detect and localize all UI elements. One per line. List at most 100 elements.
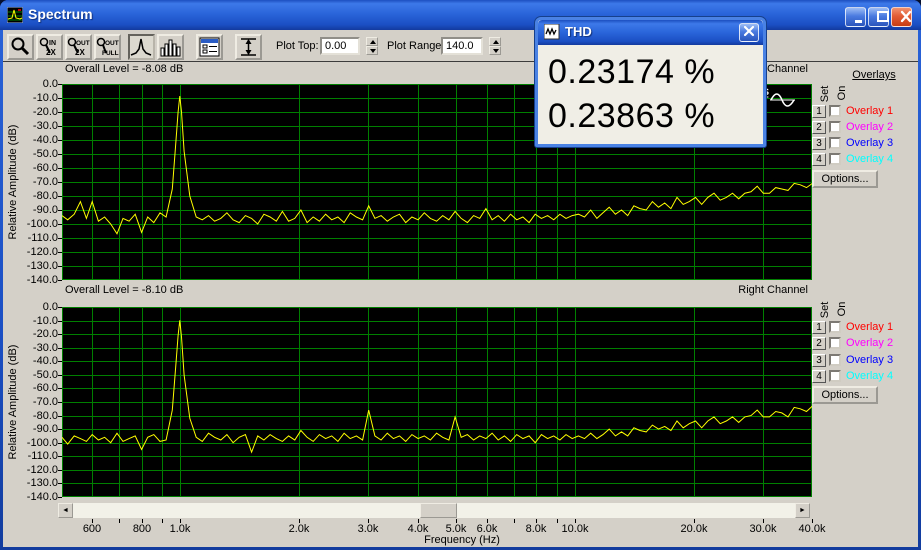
plot-range-label: Plot Range: [387, 40, 444, 52]
y-tick-label: -10.0 [0, 92, 58, 104]
bars-mode-button[interactable] [157, 34, 184, 60]
x-axis-tick-label: 1.0k [155, 523, 205, 535]
overlay-on-checkbox-3[interactable] [829, 354, 841, 366]
y-tick-label: -50.0 [0, 369, 58, 381]
y-tick-label: -130.0 [0, 477, 58, 489]
maximize-button[interactable] [868, 7, 889, 27]
vertical-range-button[interactable] [235, 34, 262, 60]
close-button[interactable] [891, 7, 912, 27]
spectrum-window: Spectrum IN 2X OUT 2 [0, 0, 921, 550]
y-tick-mark [58, 443, 62, 444]
overlay-set-button-2[interactable]: 2 [812, 337, 826, 350]
histogram-icon [159, 36, 182, 58]
y-tick-label: -110.0 [0, 232, 58, 244]
y-tick-mark [58, 112, 62, 113]
y-tick-label: -130.0 [0, 260, 58, 272]
peak-curve-icon [130, 36, 153, 58]
overlay-label-2: Overlay 2 [846, 337, 893, 349]
y-tick-mark [58, 429, 62, 430]
y-tick-label: -100.0 [0, 218, 58, 230]
y-tick-label: -20.0 [0, 106, 58, 118]
overlay-on-checkbox-3[interactable] [829, 137, 841, 149]
y-tick-mark [58, 252, 62, 253]
x-axis-title: Frequency (Hz) [362, 534, 562, 546]
thd-value-right: 0.23863 % [548, 94, 715, 138]
x-axis-tick-label: 600 [67, 523, 117, 535]
form-icon [198, 36, 221, 58]
plot-top-input[interactable] [320, 37, 360, 55]
y-tick-mark [58, 321, 62, 322]
scroll-left-button[interactable]: ◄ [58, 503, 73, 518]
overlay-label-1: Overlay 1 [846, 105, 893, 117]
options-button-bottom[interactable]: Options... [812, 386, 878, 404]
overlay-set-button-4[interactable]: 4 [812, 153, 826, 166]
overlay-set-button-4[interactable]: 4 [812, 370, 826, 383]
spectrum-plot-right[interactable] [62, 307, 812, 497]
x-axis-tick-label: 30.0k [738, 523, 788, 535]
overlay-on-checkbox-4[interactable] [829, 153, 841, 165]
on-column-label-bottom: On [836, 294, 848, 324]
y-tick-label: -140.0 [0, 274, 58, 286]
y-tick-mark [58, 140, 62, 141]
y-tick-label: -90.0 [0, 423, 58, 435]
y-tick-mark [58, 348, 62, 349]
zoom-out-2x-button[interactable]: OUT 2X [65, 34, 92, 60]
plot-top-spin-down[interactable] [366, 46, 378, 55]
overlay-set-button-2[interactable]: 2 [812, 121, 826, 134]
y-tick-mark [58, 210, 62, 211]
peak-mode-button[interactable] [128, 34, 155, 60]
svg-text:OUT: OUT [76, 40, 90, 47]
x-scrollbar[interactable]: ◄ ► [58, 503, 810, 518]
plot-range-spin-up[interactable] [489, 37, 501, 46]
thd-close-button[interactable] [739, 23, 759, 42]
overlay-on-checkbox-2[interactable] [829, 121, 841, 133]
y-tick-mark [58, 416, 62, 417]
stereo-track-badge: S T [763, 88, 796, 112]
overlay-set-button-1[interactable]: 1 [812, 321, 826, 334]
y-tick-label: -80.0 [0, 190, 58, 202]
plot-top-spinner [366, 37, 378, 55]
overlay-set-button-3[interactable]: 3 [812, 354, 826, 367]
y-tick-label: -120.0 [0, 464, 58, 476]
overlay-on-checkbox-1[interactable] [829, 321, 841, 333]
zoom-in-2x-button[interactable]: IN 2X [36, 34, 63, 60]
plot-range-spin-down[interactable] [489, 46, 501, 55]
overlay-label-1: Overlay 1 [846, 321, 893, 333]
overlay-label-3: Overlay 3 [846, 137, 893, 149]
y-tick-mark [58, 334, 62, 335]
y-tick-mark [58, 154, 62, 155]
y-tick-label: -40.0 [0, 134, 58, 146]
plot-top-spin-up[interactable] [366, 37, 378, 46]
y-tick-label: -40.0 [0, 355, 58, 367]
y-tick-label: -90.0 [0, 204, 58, 216]
minimize-button[interactable] [845, 7, 866, 27]
window-titlebar[interactable]: Spectrum [0, 0, 921, 30]
y-tick-mark [58, 182, 62, 183]
zoom-out-2x-icon: OUT 2X [67, 36, 90, 58]
scroll-right-button[interactable]: ► [795, 503, 810, 518]
overlay-on-checkbox-2[interactable] [829, 337, 841, 349]
thd-titlebar[interactable]: THD [538, 20, 763, 45]
svg-text:FULL: FULL [102, 50, 119, 57]
overlay-on-checkbox-1[interactable] [829, 105, 841, 117]
thd-title: THD [565, 24, 592, 39]
overlay-label-4: Overlay 4 [846, 153, 893, 165]
y-tick-label: -10.0 [0, 315, 58, 327]
display-options-button[interactable] [196, 34, 223, 60]
zoom-out-full-button[interactable]: OUT FULL [94, 34, 121, 60]
overlay-set-button-3[interactable]: 3 [812, 137, 826, 150]
overlay-on-checkbox-4[interactable] [829, 370, 841, 382]
toolbar-separator [3, 61, 918, 62]
y-tick-mark [58, 483, 62, 484]
y-tick-mark [58, 497, 62, 498]
y-tick-label: -110.0 [0, 450, 58, 462]
spectrum-trace [62, 320, 812, 452]
y-tick-mark [58, 456, 62, 457]
options-button-top[interactable]: Options... [812, 170, 878, 188]
y-tick-label: -50.0 [0, 148, 58, 160]
plot-range-input[interactable] [441, 37, 483, 55]
overlay-set-button-1[interactable]: 1 [812, 105, 826, 118]
zoom-select-button[interactable] [7, 34, 34, 60]
y-tick-mark [58, 388, 62, 389]
scrollbar-thumb[interactable] [420, 503, 457, 518]
